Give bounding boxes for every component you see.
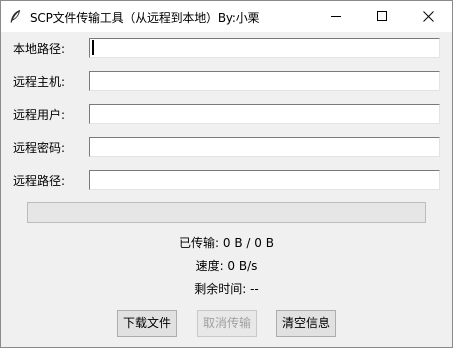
maximize-button[interactable]: [360, 1, 406, 32]
transfer-progress-bar: [27, 202, 426, 223]
remote-path-label: 远程路径:: [13, 174, 66, 188]
text-cursor: [92, 40, 94, 55]
remote-password-label: 远程密码:: [13, 141, 66, 155]
app-window: SCP文件传输工具（从远程到本地）By:小栗 本地路径: 远程主机: 远程用户:…: [0, 0, 453, 348]
remaining-time-status: 剩余时间: --: [194, 282, 259, 296]
remote-host-input[interactable]: [89, 71, 440, 91]
remote-path-input[interactable]: [89, 170, 440, 190]
remote-password-input[interactable]: [89, 137, 440, 157]
transferred-status: 已传输: 0 B / 0 B: [179, 236, 274, 250]
remote-host-label: 远程主机:: [13, 75, 66, 89]
clear-info-button[interactable]: 清空信息: [276, 310, 336, 337]
remote-user-label: 远程用户:: [13, 108, 66, 122]
speed-status: 速度: 0 B/s: [195, 259, 258, 273]
minimize-icon: [331, 16, 341, 17]
download-file-button[interactable]: 下载文件: [117, 310, 177, 337]
remote-user-input[interactable]: [89, 104, 440, 124]
window-title: SCP文件传输工具（从远程到本地）By:小栗: [30, 11, 260, 25]
title-bar[interactable]: SCP文件传输工具（从远程到本地）By:小栗: [1, 1, 452, 32]
feather-icon: [9, 9, 21, 23]
local-path-label: 本地路径:: [13, 42, 66, 56]
maximize-icon: [377, 11, 387, 21]
minimize-button[interactable]: [314, 1, 360, 32]
local-path-input[interactable]: [89, 38, 440, 58]
close-button[interactable]: [406, 1, 452, 32]
cancel-transfer-button[interactable]: 取消传输: [197, 310, 257, 337]
close-icon: [423, 11, 434, 22]
